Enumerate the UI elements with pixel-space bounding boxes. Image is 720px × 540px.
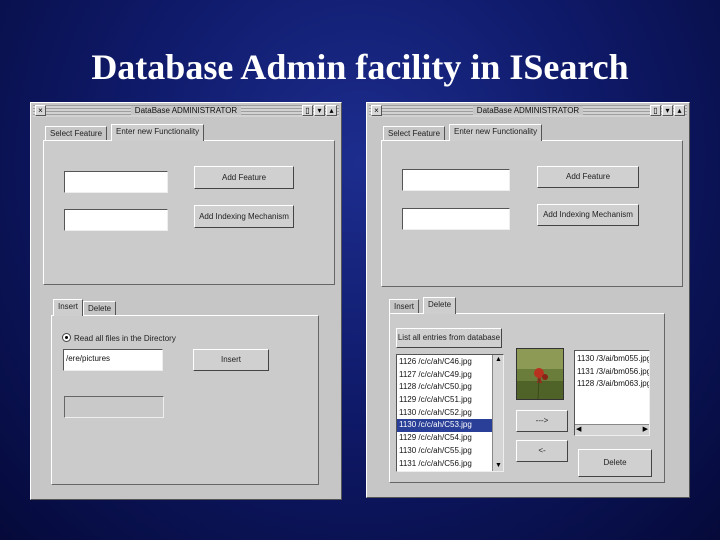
add-feature-button[interactable]: Add Feature <box>194 166 294 189</box>
add-indexing-mechanism-button[interactable]: Add Indexing Mechanism <box>194 205 294 228</box>
read-directory-label: Read all files in the Directory <box>74 334 176 343</box>
radio-icon <box>62 333 71 342</box>
insert-button[interactable]: Insert <box>193 349 269 371</box>
feature-name-field[interactable] <box>402 169 510 191</box>
database-entries-list[interactable]: 1126 /c/c/ah/C46.jpg 1127 /c/c/ah/C49.jpg… <box>396 354 504 472</box>
right-admin-window: × DataBase ADMINISTRATOR ▯ ▾ ▴ Select Fe… <box>366 102 690 498</box>
tab-delete[interactable]: Delete <box>423 297 457 314</box>
indexing-mechanism-field[interactable] <box>402 208 510 230</box>
list-item[interactable]: 1130 /c/c/ah/C53.jpg <box>397 419 493 433</box>
maximize-icon[interactable]: ▴ <box>674 105 685 116</box>
delete-queue-scrollbar[interactable]: ◀ ▶ <box>575 424 649 435</box>
list-item[interactable]: 1129 /c/c/ah/C51.jpg <box>397 394 493 407</box>
add-indexing-mechanism-button[interactable]: Add Indexing Mechanism <box>537 204 639 226</box>
tab-delete[interactable]: Delete <box>83 301 117 315</box>
right-window-title: DataBase ADMINISTRATOR <box>472 106 584 115</box>
slide-title: Database Admin facility in ISearch <box>91 47 629 87</box>
flower-image <box>517 349 563 399</box>
list-item[interactable]: 1131 /c/c/ah/C56.jpg <box>397 458 493 471</box>
tab-select-feature[interactable]: Select Feature <box>383 126 446 140</box>
tab-enter-new-functionality[interactable]: Enter new Functionality <box>111 124 205 141</box>
list-all-entries-button[interactable]: List all entries from database <box>396 328 502 348</box>
list-item[interactable]: 1128 /3/ai/bm063.jpg <box>575 378 649 391</box>
delete-queue-entries: 1130 /3/ai/bm055.jpg 1131 /3/ai/bm056.jpg… <box>575 353 649 391</box>
right-window-titlebar[interactable]: × DataBase ADMINISTRATOR ▯ ▾ ▴ <box>369 105 687 117</box>
status-field <box>64 396 164 418</box>
left-window-titlebar[interactable]: × DataBase ADMINISTRATOR ▯ ▾ ▴ <box>33 105 339 117</box>
lower-panel: List all entries from database 1126 /c/c… <box>389 313 665 483</box>
close-icon[interactable]: × <box>371 105 382 116</box>
feature-name-field[interactable] <box>64 171 168 193</box>
upper-panel: Add Feature Add Indexing Mechanism <box>43 140 335 285</box>
delete-button[interactable]: Delete <box>578 449 652 477</box>
move-right-button[interactable]: ---> <box>516 410 568 432</box>
scroll-up-icon[interactable]: ▲ <box>495 356 502 364</box>
list-item[interactable]: 1128 /c/c/ah/C50.jpg <box>397 381 493 394</box>
tab-enter-new-functionality[interactable]: Enter new Functionality <box>449 124 543 141</box>
upper-panel: Add Feature Add Indexing Mechanism <box>381 140 683 287</box>
selected-image-thumbnail <box>516 348 564 400</box>
scroll-right-icon[interactable]: ▶ <box>643 426 648 434</box>
minimize-icon[interactable]: ▾ <box>314 105 325 116</box>
list-item[interactable]: 1130 /3/ai/bm055.jpg <box>575 353 649 366</box>
list-item[interactable]: 1130 /c/c/ah/C52.jpg <box>397 407 493 420</box>
list-item[interactable]: 1129 /c/c/ah/C54.jpg <box>397 432 493 445</box>
tab-insert[interactable]: Insert <box>53 299 84 316</box>
database-entries: 1126 /c/c/ah/C46.jpg 1127 /c/c/ah/C49.jpg… <box>397 356 493 470</box>
indexing-mechanism-field[interactable] <box>64 209 168 231</box>
tab-insert[interactable]: Insert <box>389 299 420 313</box>
list-item[interactable]: 1126 /c/c/ah/C46.jpg <box>397 356 493 369</box>
minimize-icon[interactable]: ▾ <box>662 105 673 116</box>
list-item[interactable]: 1131 /3/ai/bm056.jpg <box>575 366 649 379</box>
menu-icon[interactable]: ▯ <box>650 105 661 116</box>
left-window-title: DataBase ADMINISTRATOR <box>130 106 242 115</box>
lower-panel: Read all files in the Directory /ere/pic… <box>51 315 319 485</box>
scroll-left-icon[interactable]: ◀ <box>576 426 581 434</box>
menu-icon[interactable]: ▯ <box>302 105 313 116</box>
database-list-scrollbar[interactable]: ▲ ▼ <box>492 355 503 471</box>
list-item[interactable]: 1127 /c/c/ah/C49.jpg <box>397 369 493 382</box>
delete-queue-list[interactable]: 1130 /3/ai/bm055.jpg 1131 /3/ai/bm056.jpg… <box>574 350 650 436</box>
maximize-icon[interactable]: ▴ <box>326 105 337 116</box>
left-admin-window: × DataBase ADMINISTRATOR ▯ ▾ ▴ Select Fe… <box>30 102 342 500</box>
close-icon[interactable]: × <box>35 105 46 116</box>
add-feature-button[interactable]: Add Feature <box>537 166 639 188</box>
tab-select-feature[interactable]: Select Feature <box>45 126 108 140</box>
scroll-down-icon[interactable]: ▼ <box>495 462 502 470</box>
move-left-button[interactable]: <- <box>516 440 568 462</box>
directory-path-input[interactable]: /ere/pictures <box>63 349 163 371</box>
list-item[interactable]: 1130 /c/c/ah/C55.jpg <box>397 445 493 458</box>
read-directory-radio[interactable]: Read all files in the Directory <box>62 333 176 343</box>
